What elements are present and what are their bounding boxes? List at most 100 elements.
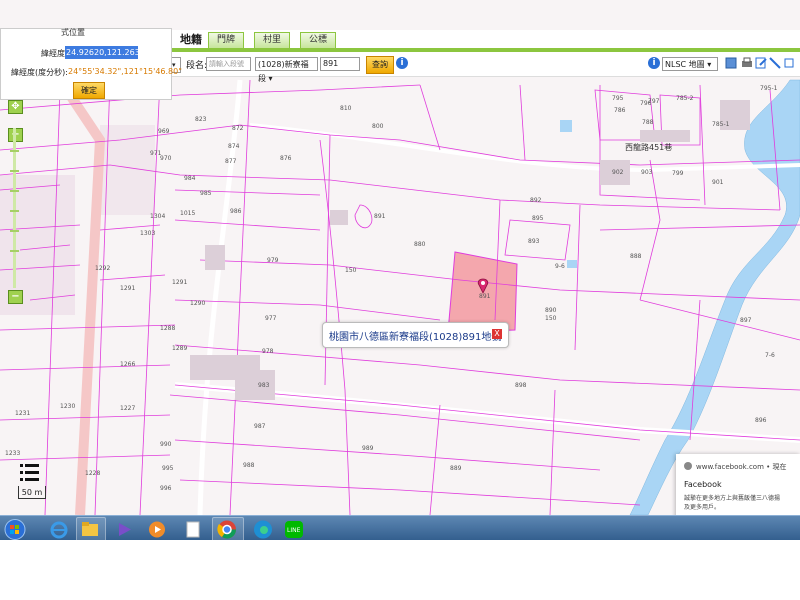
svg-text:LINE: LINE bbox=[287, 527, 301, 534]
visual-studio-icon[interactable] bbox=[114, 519, 136, 540]
edit-icon[interactable] bbox=[754, 56, 768, 70]
parcel-label: 874 bbox=[228, 143, 240, 150]
zoom-tick bbox=[10, 170, 19, 172]
zoom-tick bbox=[10, 190, 19, 192]
chrome-icon[interactable] bbox=[216, 519, 238, 540]
parcel-label: 902 bbox=[612, 169, 624, 176]
tab-house-number[interactable]: 門牌 bbox=[208, 32, 245, 48]
tab-village[interactable]: 村里 bbox=[254, 32, 291, 48]
parcel-label: 890 bbox=[545, 307, 557, 314]
parcel-label: 9-6 bbox=[555, 263, 565, 270]
windows-start-icon[interactable] bbox=[4, 519, 26, 540]
zoom-tick bbox=[10, 250, 19, 252]
latlng-label: 緯經度: bbox=[41, 49, 68, 58]
layers-icon[interactable] bbox=[724, 56, 738, 70]
windows-taskbar: LINE bbox=[0, 515, 800, 540]
parcel-label: 1288 bbox=[160, 325, 175, 332]
basemap-select[interactable]: NLSC 地圖 ▾ bbox=[662, 57, 718, 71]
tab-cadastral[interactable]: 地籍 bbox=[172, 32, 210, 47]
parcel-label: 823 bbox=[195, 116, 207, 123]
parcel-label: 785-2 bbox=[676, 95, 694, 102]
parcel-label: 1266 bbox=[120, 361, 135, 368]
section-select[interactable]: (1028)新寮福段 ▾ bbox=[255, 57, 318, 83]
close-icon[interactable]: X bbox=[492, 329, 502, 339]
parcel-label: 970 bbox=[160, 155, 172, 162]
internet-explorer-icon[interactable] bbox=[48, 519, 70, 540]
print-icon[interactable] bbox=[740, 56, 754, 70]
measure-icon[interactable] bbox=[768, 56, 782, 70]
edge-icon[interactable] bbox=[252, 519, 274, 540]
pond bbox=[560, 120, 572, 132]
zoom-control: ✥ + − bbox=[8, 100, 23, 310]
parcel-label: 895 bbox=[532, 215, 544, 222]
coordinate-panel: 式位置 緯經度: 24.92620,121.26300 緯經度(度分秒): 24… bbox=[0, 28, 182, 100]
tab-public-mark[interactable]: 公標 bbox=[300, 32, 337, 48]
parcel-label: 1231 bbox=[15, 410, 30, 417]
parcel-label: 797 bbox=[648, 98, 660, 105]
parcel-label: 996 bbox=[160, 485, 172, 492]
parcel-label: 872 bbox=[232, 125, 244, 132]
confirm-button[interactable]: 確定 bbox=[73, 82, 105, 99]
popup-text: 桃園市八德區新寮福段(1028)891地號 bbox=[329, 332, 502, 343]
parcel-label: 1230 bbox=[60, 403, 75, 410]
parcel-label-selected: 891 bbox=[479, 293, 491, 300]
zoom-tick bbox=[10, 230, 19, 232]
parcel-label: 989 bbox=[362, 445, 374, 452]
parcel-label: 901 bbox=[712, 179, 724, 186]
parcel-label: 892 bbox=[530, 197, 542, 204]
location-pin-icon[interactable] bbox=[476, 278, 490, 294]
parcel-label: 788 bbox=[642, 119, 654, 126]
parcel-label: 1289 bbox=[172, 345, 187, 352]
parcel-label: 988 bbox=[243, 462, 255, 469]
parcel-label: 1290 bbox=[190, 300, 205, 307]
parcel-label: 903 bbox=[641, 169, 653, 176]
lot-number-input[interactable]: 891 bbox=[320, 57, 360, 71]
parcel-label: 983 bbox=[258, 382, 270, 389]
desktop-screen: 880 890 892 893 888 889 896 897 898 977 … bbox=[0, 0, 800, 540]
parcel-label: 1292 bbox=[95, 265, 110, 272]
pond-2 bbox=[567, 260, 577, 268]
parcel-label: 888 bbox=[630, 253, 642, 260]
parcel-label: 977 bbox=[265, 315, 277, 322]
zoom-slider-track[interactable] bbox=[13, 128, 16, 288]
dms-value: 24°55'34.32",121°15'46.80" bbox=[68, 67, 182, 76]
panel-title: 式位置 bbox=[61, 28, 85, 37]
notification-line: 誠摯在更多地方上與舊飯僅三八德揚 bbox=[684, 495, 781, 502]
parcel-label: 1233 bbox=[5, 450, 20, 457]
clear-icon[interactable] bbox=[782, 56, 796, 70]
parcel-label: 1227 bbox=[120, 405, 135, 412]
parcel-label: 1304 bbox=[150, 213, 165, 220]
pan-icon[interactable]: ✥ bbox=[8, 100, 23, 114]
query-button[interactable]: 查詢 bbox=[366, 56, 394, 74]
info-icon[interactable]: i bbox=[396, 57, 408, 69]
parcel-label: 877 bbox=[225, 158, 237, 165]
parcel-label: 995 bbox=[162, 465, 174, 472]
tab-bar: 地籍 門牌 村里 公標 bbox=[172, 30, 800, 52]
notification-source: www.facebook.com • 現在 bbox=[696, 463, 787, 471]
parcel-label: 800 bbox=[372, 123, 384, 130]
document-icon[interactable] bbox=[182, 519, 204, 540]
notification-line: 及更多用戶。 bbox=[684, 504, 721, 511]
parcel-label: 978 bbox=[262, 348, 274, 355]
parcel-label: 795 bbox=[612, 95, 624, 102]
parcel-label: 1291 bbox=[120, 285, 135, 292]
latlng-field[interactable]: 24.92620,121.26300 bbox=[65, 46, 138, 59]
legend-list-icon[interactable] bbox=[18, 462, 42, 484]
parcel-label: 984 bbox=[184, 175, 196, 182]
parcel-label: 795-1 bbox=[760, 85, 778, 92]
zoom-tick bbox=[10, 150, 19, 152]
parcel-label: 990 bbox=[160, 441, 172, 448]
parcel-label: 786 bbox=[614, 107, 626, 114]
file-explorer-icon[interactable] bbox=[79, 519, 101, 540]
line-app-icon[interactable]: LINE bbox=[283, 519, 305, 540]
parcel-label: 1015 bbox=[180, 210, 195, 217]
query-toolbar: ▾ 段名: 請輸入段號 (1028)新寮福段 ▾ 891 查詢 i i NLSC… bbox=[172, 52, 800, 83]
dms-label: 緯經度(度分秒): bbox=[11, 68, 68, 77]
parcel-label: 896 bbox=[755, 417, 767, 424]
info-icon[interactable]: i bbox=[648, 57, 660, 69]
media-player-icon[interactable] bbox=[146, 519, 168, 540]
section-input[interactable]: 請輸入段號 bbox=[206, 57, 251, 71]
parcel-label: 150 bbox=[545, 315, 557, 322]
parcel-label: 1291 bbox=[172, 279, 187, 286]
zoom-out-icon[interactable]: − bbox=[8, 290, 23, 304]
